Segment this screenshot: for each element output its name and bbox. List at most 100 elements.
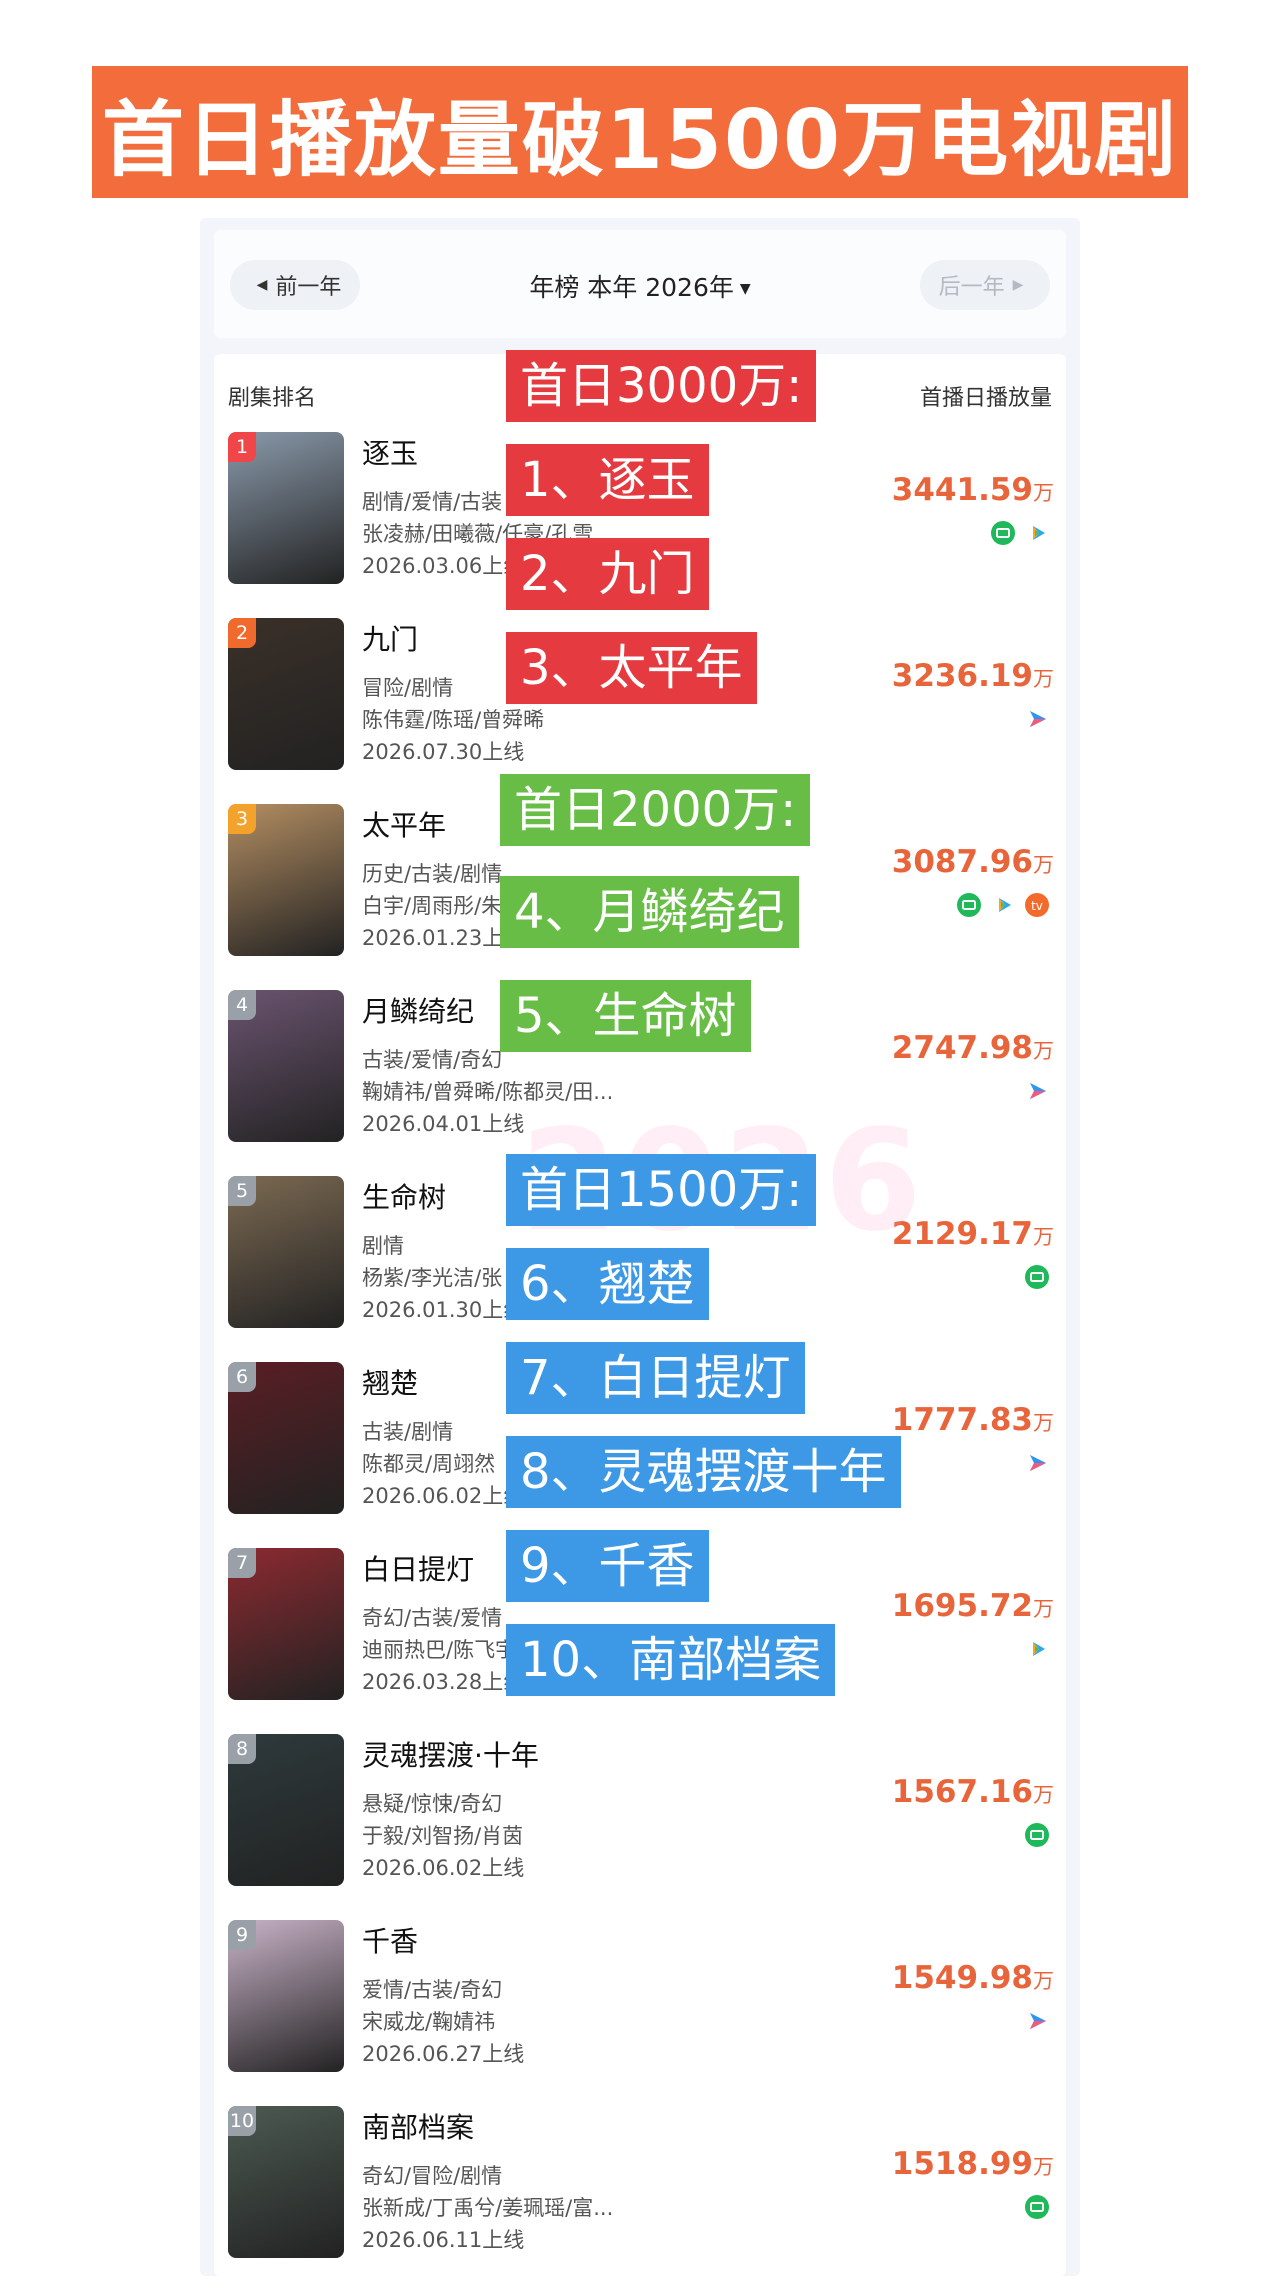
tier-item: 7、白日提灯: [506, 1342, 805, 1414]
plays-unit: 万: [1033, 853, 1054, 877]
banner-title: 首日播放量破1500万电视剧: [101, 92, 1179, 188]
first-day-plays: 3236.19万: [892, 658, 1054, 694]
tier-2000-header: 首日2000万:: [500, 774, 811, 846]
iqiyi-icon[interactable]: [1024, 1822, 1050, 1848]
plays-unit: 万: [1033, 1411, 1054, 1435]
tier-item: 5、生命树: [500, 980, 751, 1052]
drama-release-date: 2026.06.27上线: [362, 2042, 525, 2066]
drama-release-date: 2026.07.30上线: [362, 740, 525, 764]
rank-badge: 2: [228, 618, 256, 648]
rank-badge: 4: [228, 990, 256, 1020]
drama-genre: 奇幻/冒险/剧情: [362, 2164, 503, 2188]
drama-cast: 白宇/周雨彤/朱: [362, 894, 503, 918]
first-day-plays: 2747.98万: [892, 1030, 1054, 1066]
iqiyi-icon[interactable]: [990, 520, 1016, 546]
platform-icons: [1024, 1078, 1050, 1104]
column-header-plays: 首播日播放量: [919, 386, 1052, 411]
tier-item: 4、月鳞绮纪: [500, 876, 799, 948]
tier-item: 10、南部档案: [506, 1624, 836, 1696]
table-row[interactable]: 9 千香爱情/古装/奇幻 宋威龙/鞠婧祎 2026.06.27上线 1549.98万: [214, 1920, 1066, 2106]
platform-icons: [1024, 2008, 1050, 2034]
first-day-plays: 3441.59万: [892, 472, 1054, 508]
table-row[interactable]: 10 南部档案奇幻/冒险/剧情张新成/丁禹兮/姜珮瑶/富... 2026.06.11…: [214, 2106, 1066, 2292]
plays-unit: 万: [1033, 1783, 1054, 1807]
drama-genre: 爱情/古装/奇幻: [362, 1978, 503, 2002]
drama-title[interactable]: 生命树: [362, 1176, 446, 1216]
tencent-play-icon[interactable]: [1024, 520, 1050, 546]
rank-badge: 7: [228, 1548, 256, 1578]
drama-cast: 迪丽热巴/陈飞宇: [362, 1638, 517, 1662]
caret-down-icon: ▼: [739, 281, 751, 297]
plays-value: 3087.96: [891, 844, 1033, 880]
year-navbar: ◀ 前一年 年榜 本年 2026年 ▼ 后一年 ▶: [214, 230, 1066, 338]
tier-3000-header: 首日3000万:: [506, 350, 817, 422]
plays-value: 2747.98: [891, 1030, 1033, 1066]
drama-genre: 奇幻/古装/爱情: [362, 1606, 503, 1630]
tier-1500-header: 首日1500万:: [506, 1154, 817, 1226]
drama-title[interactable]: 南部档案: [362, 2106, 474, 2146]
plays-unit: 万: [1033, 667, 1054, 691]
platform-icons: [990, 520, 1050, 546]
drama-title[interactable]: 太平年: [362, 804, 446, 844]
drama-title[interactable]: 月鳞绮纪: [362, 990, 474, 1030]
platform-icons: [1024, 1264, 1050, 1290]
iqiyi-icon[interactable]: [956, 892, 982, 918]
drama-cast: 陈都灵/周翊然: [362, 1452, 496, 1476]
platform-icons: [1024, 1636, 1050, 1662]
iqiyi-icon[interactable]: [1024, 2194, 1050, 2220]
next-year-button[interactable]: 后一年 ▶: [920, 260, 1050, 310]
drama-title[interactable]: 千香: [362, 1920, 418, 1960]
youku-icon[interactable]: [1024, 2008, 1050, 2034]
drama-release-date: 2026.06.11上线: [362, 2228, 525, 2252]
tier-item: 8、灵魂摆渡十年: [506, 1436, 901, 1508]
chevron-right-icon: ▶: [1012, 277, 1024, 293]
drama-title[interactable]: 白日提灯: [362, 1548, 474, 1588]
rank-badge: 9: [228, 1920, 256, 1950]
plays-unit: 万: [1033, 481, 1054, 505]
drama-title[interactable]: 灵魂摆渡·十年: [362, 1734, 539, 1774]
drama-cast: 宋威龙/鞠婧祎: [362, 2010, 496, 2034]
drama-genre: 悬疑/惊悚/奇幻: [362, 1792, 503, 1816]
rank-badge: 10: [228, 2106, 256, 2136]
title-banner: 首日播放量破1500万电视剧: [92, 66, 1188, 198]
youku-icon[interactable]: [1024, 1450, 1050, 1476]
drama-title[interactable]: 逐玉: [362, 432, 418, 472]
drama-release-date: 2026.03.06上线: [362, 554, 525, 578]
youku-icon[interactable]: [1024, 706, 1050, 732]
platform-icons: [1024, 706, 1050, 732]
mango-icon[interactable]: tv: [1024, 892, 1050, 918]
first-day-plays: 1549.98万: [892, 1960, 1054, 1996]
platform-icons: tv: [956, 892, 1050, 918]
tencent-play-icon[interactable]: [990, 892, 1016, 918]
plays-unit: 万: [1033, 1597, 1054, 1621]
first-day-plays: 3087.96万: [892, 844, 1054, 880]
drama-genre: 历史/古装/剧情: [362, 862, 503, 886]
first-day-plays: 1567.16万: [892, 1774, 1054, 1810]
iqiyi-icon[interactable]: [1024, 1264, 1050, 1290]
rank-badge: 6: [228, 1362, 256, 1392]
drama-cast: 张新成/丁禹兮/姜珮瑶/富...: [362, 2196, 614, 2220]
rank-badge: 5: [228, 1176, 256, 1206]
plays-unit: 万: [1033, 1225, 1054, 1249]
drama-title[interactable]: 翘楚: [362, 1362, 418, 1402]
table-row[interactable]: 8 灵魂摆渡·十年 悬疑/惊悚/奇幻 于毅/刘智扬/肖茵 2026.06.02上线 156…: [214, 1734, 1066, 1920]
first-day-plays: 1518.99万: [892, 2146, 1054, 2182]
plays-value: 1518.99: [891, 2146, 1033, 2182]
drama-release-date: 2026.01.30上线: [362, 1298, 525, 1322]
drama-release-date: 2026.06.02上线: [362, 1856, 525, 1880]
drama-title[interactable]: 九门: [362, 618, 418, 658]
drama-cast: 陈伟霆/陈瑶/曾舜晞: [362, 708, 545, 732]
platform-icons: [1024, 1822, 1050, 1848]
rank-badge: 1: [228, 432, 256, 462]
youku-icon[interactable]: [1024, 1078, 1050, 1104]
drama-genre: 古装/剧情: [362, 1420, 454, 1444]
plays-value: 1567.16: [891, 1774, 1033, 1810]
first-day-plays: 1777.83万: [892, 1402, 1054, 1438]
tier-item: 6、翘楚: [506, 1248, 709, 1320]
drama-release-date: 2026.06.02上线: [362, 1484, 525, 1508]
drama-cast: 杨紫/李光洁/张: [362, 1266, 503, 1290]
tencent-play-icon[interactable]: [1024, 1636, 1050, 1662]
drama-cast: 于毅/刘智扬/肖茵: [362, 1824, 524, 1848]
drama-genre: 古装/爱情/奇幻: [362, 1048, 503, 1072]
platform-icons: [1024, 2194, 1050, 2220]
